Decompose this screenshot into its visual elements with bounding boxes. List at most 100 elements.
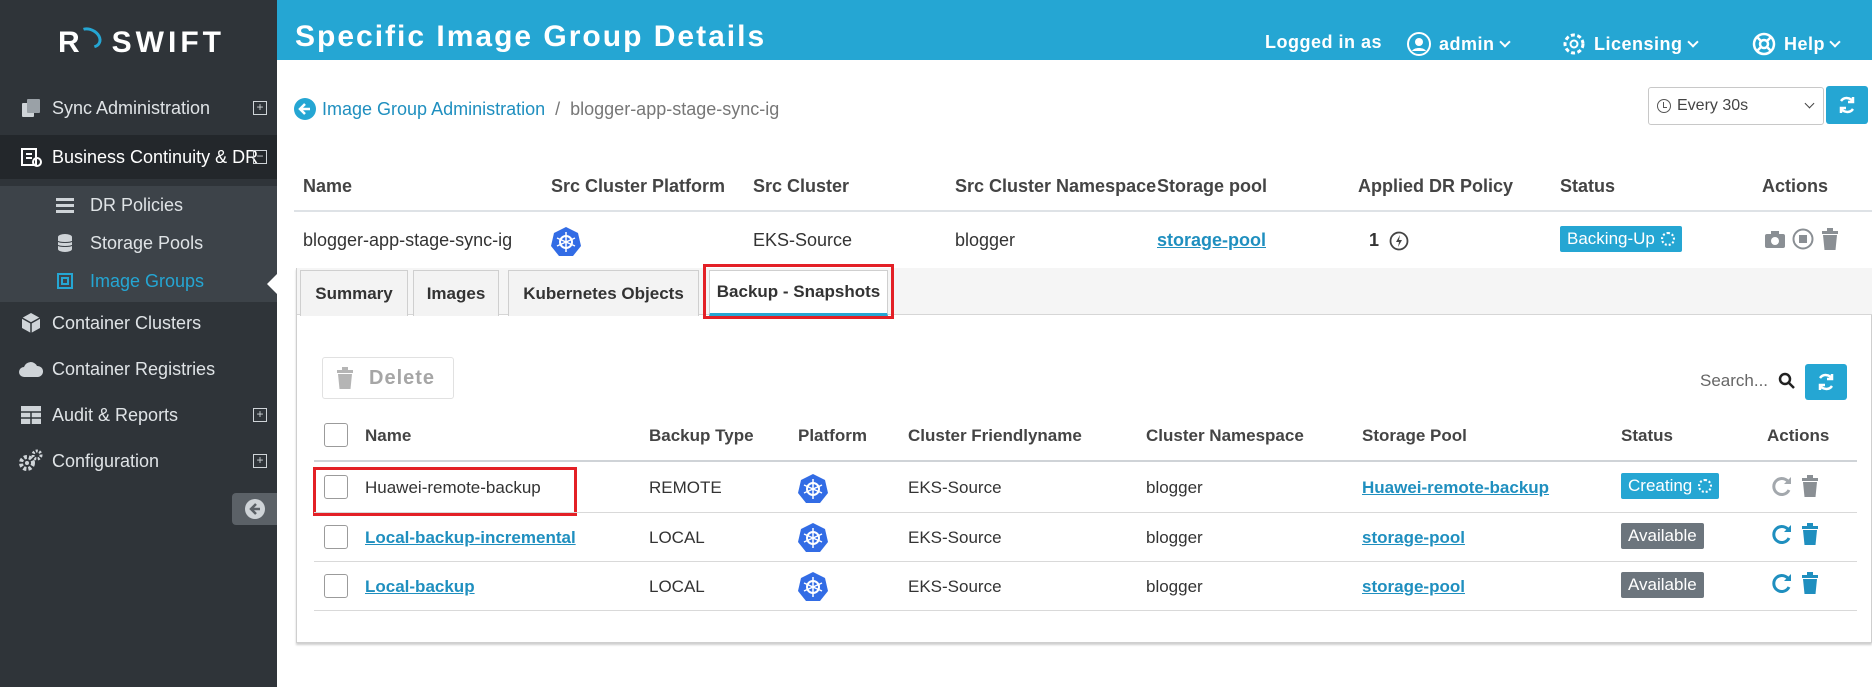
expand-icon[interactable]: + bbox=[253, 408, 267, 422]
licensing-menu[interactable]: Licensing bbox=[1562, 32, 1699, 56]
help-menu[interactable]: Help bbox=[1752, 32, 1841, 56]
backup-type: REMOTE bbox=[649, 478, 722, 497]
chevron-down-icon bbox=[1686, 35, 1699, 48]
row-actions bbox=[1770, 474, 1820, 498]
app-logo[interactable]: R SWIFT bbox=[58, 23, 225, 60]
list-icon bbox=[55, 195, 75, 215]
collapse-sidebar-button[interactable] bbox=[232, 493, 277, 525]
sidebar-item-storage-pools[interactable]: Storage Pools bbox=[0, 224, 277, 262]
sidebar-item-sync-administration[interactable]: Sync Administration + bbox=[0, 86, 277, 130]
col-header-src-namespace: Src Cluster Namespace bbox=[955, 176, 1157, 196]
cube-icon bbox=[18, 310, 44, 336]
storage-pool-link[interactable]: storage-pool bbox=[1362, 577, 1465, 597]
sidebar-item-dr-policies[interactable]: DR Policies bbox=[0, 186, 277, 224]
restore-icon[interactable] bbox=[1770, 522, 1794, 546]
refresh-interval-select[interactable]: Every 30s bbox=[1648, 87, 1824, 125]
back-arrow-icon[interactable] bbox=[294, 98, 316, 120]
refresh-snapshots-button[interactable] bbox=[1805, 364, 1847, 400]
refresh-icon bbox=[1839, 96, 1855, 114]
status-badge: Backing-Up bbox=[1560, 226, 1682, 252]
cluster-namespace: blogger bbox=[1146, 577, 1203, 596]
chevron-down-icon bbox=[1829, 35, 1841, 48]
col-header-cluster-namespace: Cluster Namespace bbox=[1146, 426, 1304, 445]
logged-in-label: Logged in as bbox=[1265, 32, 1383, 52]
restore-icon[interactable] bbox=[1770, 571, 1794, 595]
kubernetes-icon bbox=[551, 227, 581, 256]
breadcrumb-link-image-groups[interactable]: Image Group Administration bbox=[322, 99, 545, 120]
dr-icon bbox=[18, 144, 44, 170]
col-header-dr-policy: Applied DR Policy bbox=[1358, 176, 1514, 196]
cluster-namespace: blogger bbox=[1146, 478, 1203, 497]
camera-icon[interactable] bbox=[1764, 229, 1786, 249]
trash-icon[interactable] bbox=[1820, 228, 1840, 250]
backup-type: LOCAL bbox=[649, 528, 705, 547]
sidebar-item-business-continuity[interactable]: Business Continuity & DR − bbox=[0, 135, 277, 179]
select-all-checkbox[interactable] bbox=[324, 423, 348, 447]
snapshot-name-link[interactable]: Local-backup-incremental bbox=[365, 528, 576, 548]
trash-icon bbox=[337, 367, 353, 389]
database-icon bbox=[55, 233, 75, 253]
lifebuoy-icon bbox=[1752, 32, 1776, 56]
table-icon bbox=[18, 402, 44, 428]
restore-icon[interactable] bbox=[1770, 474, 1794, 498]
col-header-status: Status bbox=[1560, 176, 1616, 196]
storage-pool-link[interactable]: Huawei-remote-backup bbox=[1362, 478, 1549, 498]
col-header-actions: Actions bbox=[1767, 426, 1830, 445]
collapse-icon[interactable]: − bbox=[253, 150, 267, 164]
sidebar: R SWIFT Sync Administration + Business C… bbox=[0, 0, 277, 687]
tab-summary[interactable]: Summary bbox=[300, 270, 408, 316]
row-checkbox[interactable] bbox=[324, 525, 348, 549]
spinner-icon bbox=[1660, 232, 1675, 246]
gear-icon bbox=[1562, 32, 1586, 56]
user-menu[interactable]: admin bbox=[1407, 32, 1511, 56]
kubernetes-icon bbox=[798, 474, 828, 503]
sidebar-item-image-groups[interactable]: Image Groups bbox=[0, 262, 277, 300]
trash-icon[interactable] bbox=[1800, 572, 1820, 594]
search-input[interactable]: Search... bbox=[1700, 371, 1796, 391]
sidebar-item-configuration[interactable]: Configuration + bbox=[0, 439, 277, 483]
search-icon bbox=[1778, 372, 1795, 389]
divider bbox=[294, 210, 1872, 212]
trash-icon[interactable] bbox=[1800, 523, 1820, 545]
sidebar-item-container-registries[interactable]: Container Registries bbox=[0, 347, 277, 391]
cluster-friendlyname: EKS-Source bbox=[908, 528, 1002, 547]
expand-icon[interactable]: + bbox=[253, 101, 267, 115]
breadcrumb: Image Group Administration / blogger-app… bbox=[294, 98, 779, 120]
refresh-icon bbox=[1818, 373, 1834, 391]
divider bbox=[314, 512, 1857, 513]
col-header-storage-pool: Storage Pool bbox=[1362, 426, 1467, 445]
spinner-icon bbox=[1698, 479, 1713, 493]
chevron-down-icon bbox=[1498, 35, 1511, 48]
highlight-box bbox=[703, 264, 894, 319]
copy-icon bbox=[18, 95, 44, 121]
row-checkbox[interactable] bbox=[324, 574, 348, 598]
group-name: blogger-app-stage-sync-ig bbox=[303, 230, 513, 250]
expand-icon[interactable]: + bbox=[253, 454, 267, 468]
refresh-page-button[interactable] bbox=[1826, 86, 1868, 124]
trash-icon[interactable] bbox=[1800, 475, 1820, 497]
delete-button[interactable]: Delete bbox=[322, 357, 454, 399]
cluster-friendlyname: EKS-Source bbox=[908, 577, 1002, 596]
sidebar-item-container-clusters[interactable]: Container Clusters bbox=[0, 301, 277, 345]
chevron-down-icon bbox=[1804, 98, 1815, 109]
tab-kubernetes-objects[interactable]: Kubernetes Objects bbox=[508, 270, 699, 316]
storage-pool-link[interactable]: storage-pool bbox=[1157, 230, 1266, 251]
sidebar-item-audit-reports[interactable]: Audit & Reports + bbox=[0, 393, 277, 437]
storage-pool-link[interactable]: storage-pool bbox=[1362, 528, 1465, 548]
col-header-storage-pool: Storage pool bbox=[1157, 176, 1268, 196]
divider bbox=[314, 561, 1857, 562]
col-header-platform: Platform bbox=[798, 426, 867, 445]
cloud-icon bbox=[18, 356, 44, 382]
status-badge: Available bbox=[1621, 523, 1704, 549]
divider bbox=[314, 460, 1857, 462]
col-header-backup-type: Backup Type bbox=[649, 426, 754, 445]
snapshot-name-link[interactable]: Local-backup bbox=[365, 577, 475, 597]
highlight-box bbox=[313, 467, 577, 516]
tab-images[interactable]: Images bbox=[413, 270, 499, 316]
cluster-namespace: blogger bbox=[1146, 528, 1203, 547]
src-namespace: blogger bbox=[955, 230, 1016, 250]
bolt-circle-icon bbox=[1389, 231, 1409, 250]
row-actions bbox=[1770, 522, 1820, 546]
stop-circle-icon[interactable] bbox=[1792, 228, 1814, 250]
kubernetes-icon bbox=[798, 523, 828, 552]
